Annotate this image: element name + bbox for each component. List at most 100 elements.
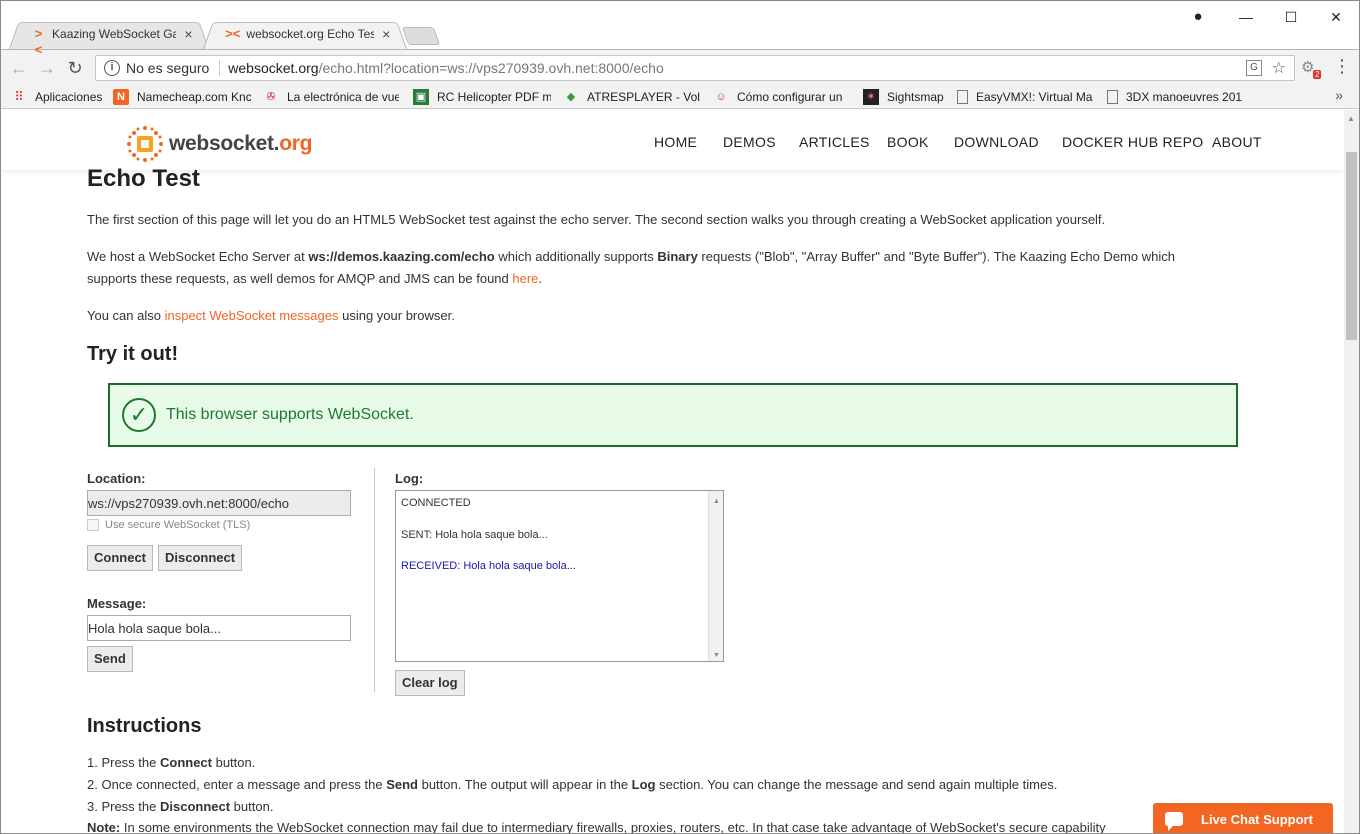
instruction-step-3: 3. Press the Disconnect button. xyxy=(87,799,274,814)
bookmark-label: 3DX manoeuvres 201 xyxy=(1126,90,1243,104)
send-button[interactable]: Send xyxy=(87,646,133,672)
extension-badge: 2 xyxy=(1313,70,1322,79)
tryit-heading: Try it out! xyxy=(87,343,179,365)
bookmark-electronica[interactable]: ✇ La electrónica de vue xyxy=(263,88,399,106)
browser-window: >< Kaazing WebSocket Gate × >< websocket… xyxy=(0,0,1360,834)
nav-home[interactable]: HOME xyxy=(654,134,697,150)
bookmark-sightsmap[interactable]: ✶ Sightsmap xyxy=(863,88,953,106)
nav-about[interactable]: ABOUT xyxy=(1212,134,1262,150)
close-icon[interactable]: × xyxy=(182,27,195,41)
support-status-box: ✓ This browser supports WebSocket. xyxy=(108,383,1238,447)
column-divider xyxy=(374,468,375,692)
nav-download[interactable]: DOWNLOAD xyxy=(954,134,1039,150)
checkmark-icon: ✓ xyxy=(122,398,156,432)
instructions-heading: Instructions xyxy=(87,715,202,737)
scroll-up-icon[interactable]: ▲ xyxy=(713,494,720,509)
rc-helicopter-icon: ▣ xyxy=(413,89,429,105)
tab-kaazing[interactable]: >< Kaazing WebSocket Gate × xyxy=(9,19,209,57)
bookmark-como-configurar[interactable]: ☺ Cómo configurar un xyxy=(713,88,851,106)
tab-strip: >< Kaazing WebSocket Gate × >< websocket… xyxy=(1,1,1359,57)
scroll-thumb[interactable] xyxy=(1346,152,1357,340)
tls-checkbox[interactable] xyxy=(87,519,99,531)
bookmark-rc-helicopter[interactable]: ▣ RC Helicopter PDF m xyxy=(413,88,551,106)
nav-docker-hub-repo[interactable]: DOCKER HUB REPO xyxy=(1062,134,1203,150)
reload-button[interactable]: ↻ xyxy=(63,56,87,80)
address-bar[interactable]: i No es seguro websocket.org/echo.html?l… xyxy=(95,55,1295,81)
close-icon[interactable]: × xyxy=(380,27,393,41)
forward-button[interactable]: → xyxy=(35,56,59,80)
security-label[interactable]: No es seguro xyxy=(126,60,221,76)
echo-server-url: ws://demos.kaazing.com/echo xyxy=(308,249,495,264)
clear-log-button[interactable]: Clear log xyxy=(395,670,465,696)
log-label: Log: xyxy=(395,471,424,486)
support-message: This browser supports WebSocket. xyxy=(166,406,414,423)
logo-text: websocket.org xyxy=(169,132,313,155)
bookmarks-overflow-icon[interactable]: » xyxy=(1335,87,1343,103)
page-scrollbar[interactable]: ▲ xyxy=(1344,110,1359,833)
menu-icon[interactable]: ⋮ xyxy=(1333,56,1351,77)
bookmarks-bar: ⠿ Aplicaciones N Namecheap.com Knc ✇ La … xyxy=(1,85,1359,109)
message-label: Message: xyxy=(87,596,147,611)
star-icon[interactable]: ☆ xyxy=(1272,58,1286,78)
live-chat-button[interactable]: Live Chat Support xyxy=(1153,803,1333,833)
maximize-button[interactable]: ☐ xyxy=(1276,7,1306,27)
scroll-down-icon[interactable]: ▼ xyxy=(713,648,720,663)
bookmark-label: La electrónica de vue xyxy=(287,90,399,104)
live-chat-label: Live Chat Support xyxy=(1201,811,1313,827)
bookmark-label: RC Helicopter PDF m xyxy=(437,90,551,104)
websocket-logo-icon xyxy=(127,126,163,162)
back-button[interactable]: ← xyxy=(7,56,31,80)
browser-toolbar: ← → ↻ i No es seguro websocket.org/echo.… xyxy=(1,49,1359,85)
tab-echo-test[interactable]: >< websocket.org Echo Test × xyxy=(203,19,407,49)
connect-button[interactable]: Connect xyxy=(87,545,153,571)
new-tab-button[interactable] xyxy=(401,27,441,45)
message-input[interactable] xyxy=(87,615,351,641)
info-icon[interactable]: i xyxy=(104,60,120,76)
close-window-button[interactable]: ✕ xyxy=(1321,7,1351,27)
kaazing-icon: >< xyxy=(225,26,241,41)
person-icon: ☺ xyxy=(715,91,727,103)
nav-book[interactable]: BOOK xyxy=(887,134,929,150)
here-link[interactable]: here xyxy=(512,271,538,286)
tls-label: Use secure WebSocket (TLS) xyxy=(105,519,251,531)
inspect-messages-link[interactable]: inspect WebSocket messages xyxy=(165,308,339,323)
nav-articles[interactable]: ARTICLES xyxy=(799,134,870,150)
account-icon[interactable]: ● xyxy=(1183,7,1213,27)
page-icon xyxy=(1107,90,1118,104)
bookmark-label: EasyVMX!: Virtual Ma xyxy=(976,90,1093,104)
namecheap-icon: N xyxy=(113,89,129,105)
rotor-icon: ✇ xyxy=(266,91,276,103)
nav-demos[interactable]: DEMOS xyxy=(723,134,776,150)
log-entry-sent: SENT: Hola hola saque bola... xyxy=(401,529,548,541)
disconnect-button[interactable]: Disconnect xyxy=(158,545,243,571)
log-scrollbar[interactable]: ▲ ▼ xyxy=(708,491,723,661)
bookmark-apps[interactable]: ⠿ Aplicaciones xyxy=(11,88,109,106)
site-logo[interactable]: websocket.org xyxy=(125,124,312,164)
instruction-step-2: 2. Once connected, enter a message and p… xyxy=(87,777,1058,792)
scroll-up-icon[interactable]: ▲ xyxy=(1347,114,1355,123)
inspect-paragraph: You can also inspect WebSocket messages … xyxy=(87,308,455,323)
bookmark-label: Cómo configurar un xyxy=(737,90,843,104)
bookmark-easyvmx[interactable]: EasyVMX!: Virtual Ma xyxy=(957,88,1093,106)
page-icon xyxy=(957,90,968,104)
site-header: websocket.org HOME DEMOS ARTICLES BOOK D… xyxy=(1,110,1344,170)
bookmark-atresplayer[interactable]: ◆ ATRESPLAYER - Volve xyxy=(563,88,700,106)
tls-option[interactable]: Use secure WebSocket (TLS) xyxy=(87,519,250,531)
atresplayer-icon: ◆ xyxy=(566,91,576,103)
sightsmap-icon: ✶ xyxy=(863,89,879,105)
apps-grid-icon: ⠿ xyxy=(14,89,24,104)
location-label: Location: xyxy=(87,471,146,486)
instruction-step-1: 1. Press the Connect button. xyxy=(87,755,256,770)
minimize-button[interactable]: — xyxy=(1231,7,1261,27)
bookmark-namecheap[interactable]: N Namecheap.com Knc xyxy=(113,88,251,106)
bookmark-label: Aplicaciones xyxy=(35,90,103,104)
chat-bubble-icon xyxy=(1165,812,1183,831)
location-input[interactable] xyxy=(87,490,351,516)
url-host: websocket.org xyxy=(228,60,319,76)
tab-title: Kaazing WebSocket Gate xyxy=(52,27,176,41)
bookmark-3dx[interactable]: 3DX manoeuvres 201 xyxy=(1107,88,1243,106)
log-output[interactable]: CONNECTED SENT: Hola hola saque bola... … xyxy=(395,490,724,662)
page-title: Echo Test xyxy=(87,165,200,192)
kaazing-icon: >< xyxy=(34,26,43,57)
translate-icon[interactable]: G xyxy=(1246,60,1262,76)
